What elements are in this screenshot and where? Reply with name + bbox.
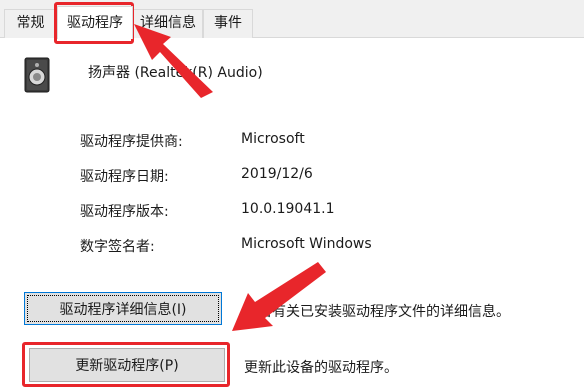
date-label: 驱动程序日期: <box>80 169 169 185</box>
provider-label: 驱动程序提供商: <box>80 134 183 150</box>
signer-label: 数字签名者: <box>80 239 155 255</box>
update-driver-button[interactable]: 更新驱动程序(P) <box>29 348 225 382</box>
signer-value: Microsoft Windows <box>241 236 372 252</box>
provider-value: Microsoft <box>241 131 305 147</box>
annotation-layer <box>134 24 326 331</box>
tab-details[interactable]: 详细信息 <box>133 9 203 38</box>
speaker-icon <box>24 57 50 93</box>
tab-general[interactable]: 常规 <box>4 9 57 38</box>
update-driver-description: 更新此设备的驱动程序。 <box>244 360 398 376</box>
date-value: 2019/12/6 <box>241 166 313 182</box>
tab-driver[interactable]: 驱动程序 <box>57 6 133 39</box>
version-label: 驱动程序版本: <box>80 204 169 220</box>
tab-bar: 常规 驱动程序 详细信息 事件 <box>0 0 584 39</box>
device-name: 扬声器 (Realtek(R) Audio) <box>88 65 263 81</box>
version-value: 10.0.19041.1 <box>241 201 335 217</box>
driver-details-button[interactable]: 驱动程序详细信息(I) <box>24 292 222 325</box>
tab-events[interactable]: 事件 <box>203 9 253 38</box>
driver-details-description: 查看有关已安装驱动程序文件的详细信息。 <box>244 304 510 320</box>
